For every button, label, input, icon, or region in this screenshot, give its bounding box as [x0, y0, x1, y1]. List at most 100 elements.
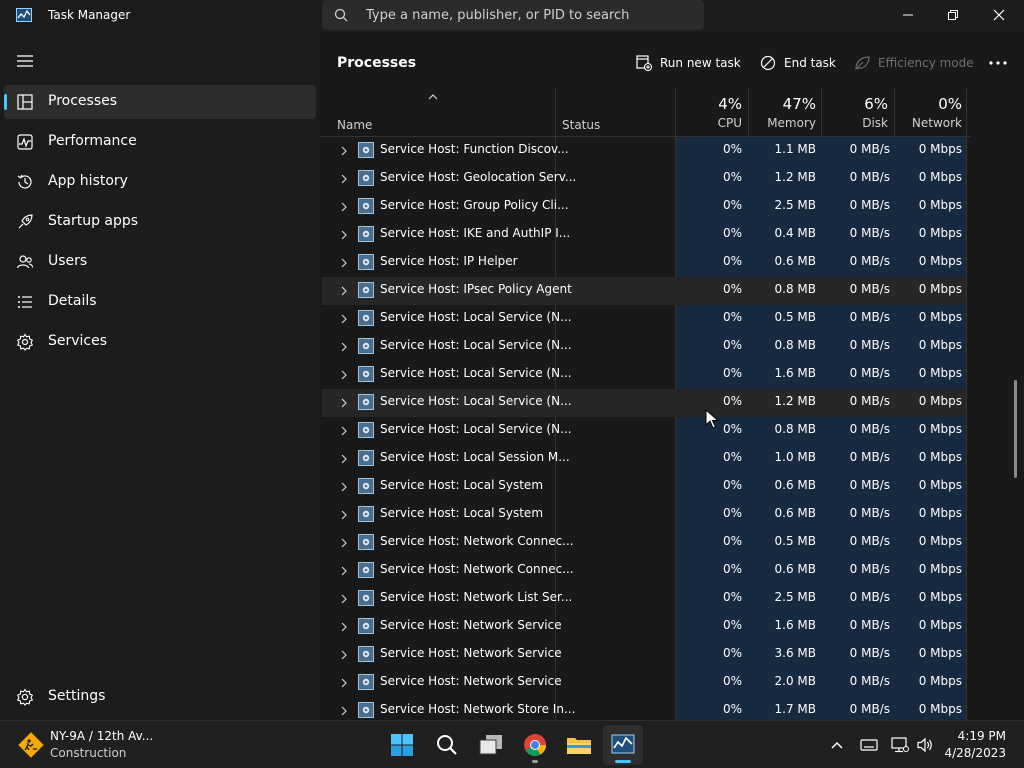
sidebar-item-startup-apps[interactable]: Startup apps: [4, 205, 316, 239]
task-view-button[interactable]: [471, 725, 511, 765]
memory-value: 1.7 MB: [774, 702, 816, 716]
sidebar-item-label: Settings: [48, 688, 106, 704]
expand-chevron-icon[interactable]: [340, 426, 348, 436]
table-row[interactable]: Service Host: Local Service (N... 0% 0.8 M…: [322, 417, 966, 445]
search-input[interactable]: [366, 6, 686, 24]
sidebar-item-settings[interactable]: Settings: [4, 680, 316, 714]
disk-value: 0 MB/s: [849, 534, 890, 548]
sidebar-item-label: App history: [48, 173, 128, 189]
table-row[interactable]: Service Host: Local Service (N... 0% 0.5 M…: [322, 305, 966, 333]
column-header-status[interactable]: Status: [562, 118, 600, 132]
cpu-value: 0%: [722, 618, 742, 632]
expand-chevron-icon[interactable]: [340, 342, 348, 352]
cpu-value: 0%: [722, 254, 742, 268]
expand-chevron-icon[interactable]: [340, 566, 348, 576]
table-row[interactable]: Service Host: Network Store In... 0% 1.7 M…: [322, 697, 966, 720]
process-name: Service Host: Network List Ser...: [380, 590, 573, 604]
expand-chevron-icon[interactable]: [340, 230, 348, 240]
table-row[interactable]: Service Host: Local System 0% 0.6 MB 0 MB/s…: [322, 473, 966, 501]
expand-chevron-icon[interactable]: [340, 622, 348, 632]
minimize-icon: [903, 14, 913, 16]
table-row[interactable]: Service Host: Local Service (N... 0% 1.2 M…: [322, 389, 966, 417]
process-name: Service Host: Network Store In...: [380, 702, 576, 716]
maximize-button[interactable]: [930, 0, 976, 30]
table-row[interactable]: Service Host: IP Helper 0% 0.6 MB 0 MB/s 0 M…: [322, 249, 966, 277]
chrome-button[interactable]: [515, 725, 555, 765]
process-name: Service Host: IPsec Policy Agent: [380, 282, 572, 296]
expand-chevron-icon[interactable]: [340, 286, 348, 296]
expand-chevron-icon[interactable]: [340, 510, 348, 520]
expand-chevron-icon[interactable]: [340, 258, 348, 268]
table-row[interactable]: Service Host: Network List Ser... 0% 2.5 M…: [322, 585, 966, 613]
column-header-memory[interactable]: 47% Memory: [748, 94, 816, 132]
leaf-icon: [855, 56, 870, 70]
expand-chevron-icon[interactable]: [340, 650, 348, 660]
expand-chevron-icon[interactable]: [340, 706, 348, 716]
sidebar-item-app-history[interactable]: App history: [4, 165, 316, 199]
task-manager-taskbar-button[interactable]: [603, 725, 643, 765]
sort-ascending-icon[interactable]: [427, 92, 439, 100]
table-row[interactable]: Service Host: Local Service (N... 0% 1.6 M…: [322, 361, 966, 389]
volume-tray-button[interactable]: [913, 733, 937, 757]
sidebar-item-details[interactable]: Details: [4, 285, 316, 319]
process-name: Service Host: Network Service: [380, 674, 562, 688]
sidebar-item-services[interactable]: Services: [4, 325, 316, 359]
table-row[interactable]: Service Host: Network Service 0% 2.0 MB 0 M…: [322, 669, 966, 697]
network-tray-button[interactable]: [888, 733, 912, 757]
column-header-cpu[interactable]: 4% CPU: [676, 94, 742, 132]
table-row[interactable]: Service Host: Function Discov... 0% 1.1 MB…: [322, 137, 966, 165]
table-row[interactable]: Service Host: IPsec Policy Agent 0% 0.8 MB…: [322, 277, 966, 305]
table-row[interactable]: Service Host: Local Service (N... 0% 0.8 M…: [322, 333, 966, 361]
search-box[interactable]: [322, 0, 704, 30]
table-row[interactable]: Service Host: Network Service 0% 1.6 MB 0 M…: [322, 613, 966, 641]
expand-chevron-icon[interactable]: [340, 482, 348, 492]
memory-label: Memory: [767, 116, 816, 130]
efficiency-mode-button[interactable]: Efficiency mode: [854, 52, 974, 74]
end-task-button[interactable]: End task: [760, 52, 836, 74]
column-header-name[interactable]: Name: [337, 118, 372, 132]
start-button[interactable]: [382, 725, 422, 765]
expand-chevron-icon[interactable]: [340, 538, 348, 548]
keyboard-tray-button[interactable]: [857, 733, 881, 757]
expand-chevron-icon[interactable]: [340, 146, 348, 156]
table-row[interactable]: Service Host: Network Connec... 0% 0.6 MB 0…: [322, 557, 966, 585]
expand-chevron-icon[interactable]: [340, 594, 348, 604]
process-name: Service Host: Network Connec...: [380, 534, 574, 548]
sidebar-item-processes[interactable]: Processes: [4, 85, 316, 119]
expand-chevron-icon[interactable]: [340, 678, 348, 688]
run-new-task-button[interactable]: Run new task: [636, 52, 741, 74]
service-host-icon: [358, 590, 374, 606]
table-row[interactable]: Service Host: Network Service 0% 3.6 MB 0 M…: [322, 641, 966, 669]
expand-chevron-icon[interactable]: [340, 398, 348, 408]
column-header-disk[interactable]: 6% Disk: [820, 94, 888, 132]
close-button[interactable]: [976, 0, 1022, 30]
table-row[interactable]: Service Host: Geolocation Serv... 0% 1.2 M…: [322, 165, 966, 193]
cpu-value: 0%: [722, 506, 742, 520]
column-header-network[interactable]: 0% Network: [892, 94, 962, 132]
minimize-button[interactable]: [885, 0, 931, 30]
process-name: Service Host: Local System: [380, 506, 544, 520]
expand-chevron-icon[interactable]: [340, 314, 348, 324]
expand-chevron-icon[interactable]: [340, 370, 348, 380]
file-explorer-button[interactable]: [559, 725, 599, 765]
network-value: 0 Mbps: [918, 674, 962, 688]
hamburger-menu-icon[interactable]: [16, 54, 34, 68]
sidebar-item-users[interactable]: Users: [4, 245, 316, 279]
expand-chevron-icon[interactable]: [340, 454, 348, 464]
table-row[interactable]: Service Host: Local Session M... 0% 1.0 MB…: [322, 445, 966, 473]
disk-value: 0 MB/s: [849, 702, 890, 716]
performance-icon: [17, 134, 33, 150]
show-hidden-icons-button[interactable]: [825, 733, 849, 757]
table-row[interactable]: Service Host: Group Policy Cli... 0% 2.5 M…: [322, 193, 966, 221]
more-options-icon[interactable]: [988, 58, 1008, 68]
vertical-scrollbar[interactable]: [1014, 380, 1017, 478]
sidebar-item-label: Performance: [48, 133, 137, 149]
sidebar-item-performance[interactable]: Performance: [4, 125, 316, 159]
expand-chevron-icon[interactable]: [340, 202, 348, 212]
expand-chevron-icon[interactable]: [340, 174, 348, 184]
table-row[interactable]: Service Host: Local System 0% 0.6 MB 0 MB/s…: [322, 501, 966, 529]
table-row[interactable]: Service Host: IKE and AuthIP I... 0% 0.4 M…: [322, 221, 966, 249]
table-row[interactable]: Service Host: Network Connec... 0% 0.5 MB 0…: [322, 529, 966, 557]
chrome-icon: [524, 734, 546, 756]
taskbar-search-button[interactable]: [427, 725, 467, 765]
